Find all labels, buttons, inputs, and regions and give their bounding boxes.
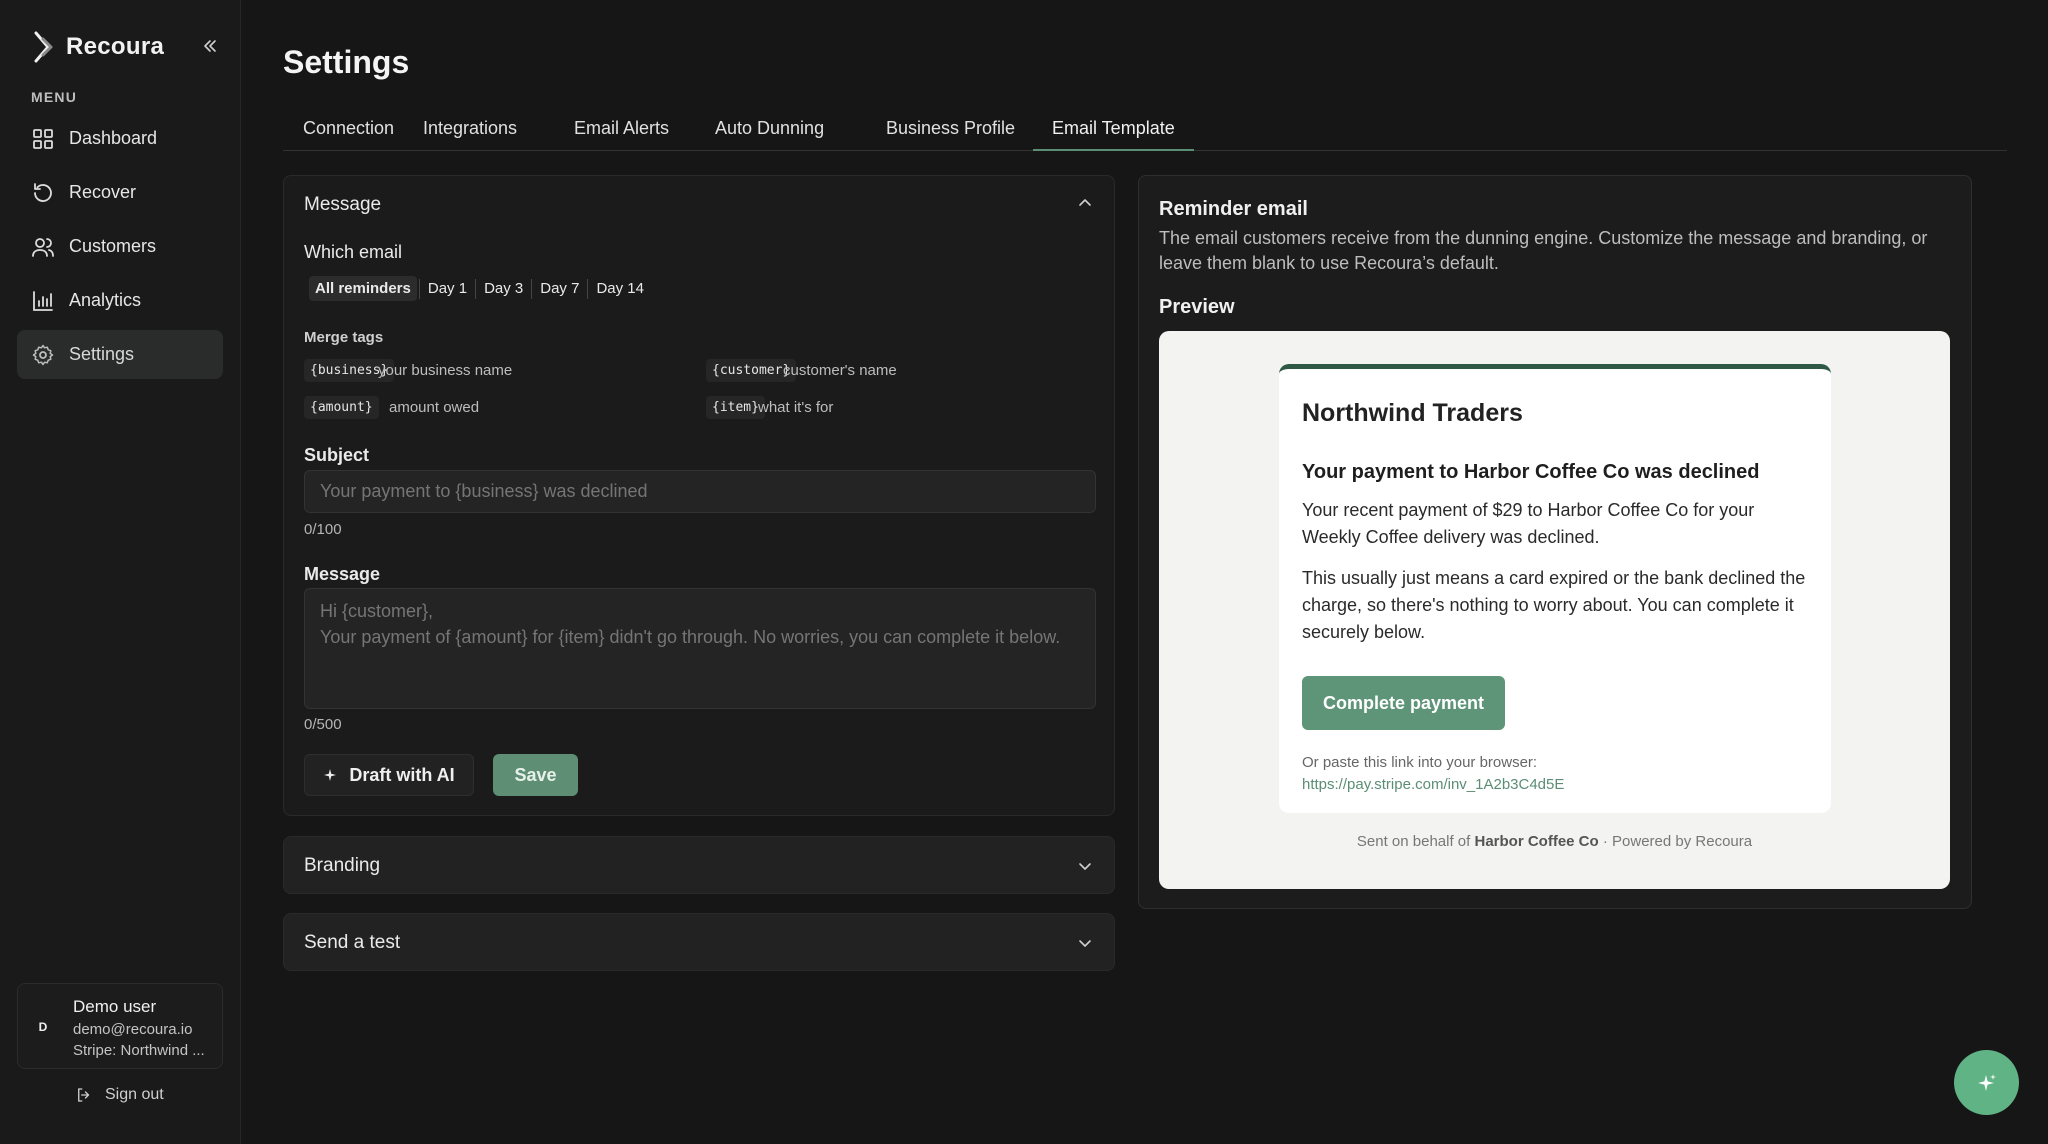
bar-chart-icon [33, 290, 53, 311]
user-email: demo@recoura.io [73, 1021, 193, 1038]
settings-tabs: Connection Integrations Email Alerts Aut… [283, 110, 2007, 151]
subject-counter: 0/100 [304, 521, 342, 538]
divider [531, 278, 533, 299]
email-option-day-1[interactable]: Day 1 [422, 276, 473, 301]
reminder-email-title: Reminder email [1159, 198, 1308, 220]
sparkle-icon [1977, 1073, 1996, 1091]
message-section-title[interactable]: Message [304, 194, 381, 216]
sidebar-item-label: Dashboard [69, 128, 158, 148]
merge-tags-label: Merge tags [304, 329, 384, 346]
merge-tag-item[interactable]: {item} [706, 396, 765, 419]
tab-business-profile[interactable]: Business Profile [886, 118, 1015, 151]
sidebar: Recoura MENU Dashboard Recover Customers… [0, 0, 241, 1144]
sidebar-item-settings[interactable]: Settings [17, 330, 223, 379]
which-email-selector: All reminders Day 1 Day 3 Day 7 Day 14 [309, 276, 650, 301]
app-name: Recoura [66, 33, 165, 60]
email-option-day-3[interactable]: Day 3 [478, 276, 529, 301]
page-title: Settings [283, 44, 410, 80]
save-button[interactable]: Save [493, 754, 578, 796]
email-footer-suffix: · Powered by Recoura [1602, 833, 1753, 850]
send-test-section-title: Send a test [304, 932, 401, 953]
email-business-name: Northwind Traders [1302, 399, 1523, 427]
tab-integrations[interactable]: Integrations [423, 118, 517, 151]
branding-section-title: Branding [304, 855, 381, 876]
email-footer-prefix: Sent on behalf of [1356, 833, 1471, 850]
branding-panel[interactable]: Branding [283, 836, 1115, 894]
email-footer: Sent on behalf of Harbor Coffee Co · Pow… [1159, 833, 1950, 850]
email-or-paste-text: Or paste this link into your browser: [1302, 754, 1538, 771]
merge-tag-desc: amount owed [389, 399, 480, 416]
tab-auto-dunning[interactable]: Auto Dunning [715, 118, 824, 151]
sign-out-icon [78, 1088, 90, 1102]
message-label: Message [304, 564, 381, 584]
tab-connection[interactable]: Connection [283, 118, 413, 151]
complete-payment-button[interactable]: Complete payment [1302, 676, 1505, 730]
sign-out-button[interactable]: Sign out [75, 1086, 164, 1104]
recoura-logo-icon [32, 30, 58, 64]
subject-label: Subject [304, 445, 370, 465]
draft-with-ai-label: Draft with AI [349, 764, 455, 785]
email-preview: Northwind Traders Your payment to Harbor… [1159, 331, 1950, 889]
sidebar-item-recover[interactable]: Recover [17, 168, 223, 217]
sparkle-icon [324, 769, 337, 781]
main-content: Settings Connection Integrations Email A… [241, 0, 2048, 1144]
merge-tag-amount[interactable]: {amount} [304, 396, 379, 419]
gear-icon [32, 344, 54, 365]
divider [587, 278, 589, 299]
reminder-email-description: The email customers receive from the dun… [1159, 228, 1928, 273]
message-panel: Message Which email All reminders Day 1 … [283, 175, 1115, 816]
preview-panel: Reminder email The email customers recei… [1138, 175, 1972, 909]
user-name: Demo user [73, 997, 157, 1016]
tab-email-alerts[interactable]: Email Alerts [574, 118, 669, 151]
sidebar-item-label: Settings [69, 344, 135, 364]
avatar: D [38, 1020, 48, 1034]
tab-email-template[interactable]: Email Template [1033, 118, 1194, 151]
sidebar-item-analytics[interactable]: Analytics [17, 276, 223, 325]
merge-tag-desc: your business name [378, 362, 513, 379]
email-card: Northwind Traders Your payment to Harbor… [1279, 364, 1831, 813]
merge-tag-desc: customer's name [783, 362, 897, 379]
email-option-day-14[interactable]: Day 14 [590, 276, 650, 301]
chevron-up-icon[interactable] [1076, 194, 1094, 212]
chevron-down-icon [1079, 863, 1091, 870]
users-icon [32, 237, 54, 257]
sidebar-nav: Dashboard Recover Customers Analytics Se… [17, 114, 223, 384]
collapse-sidebar-icon[interactable] [200, 36, 220, 56]
email-option-day-7[interactable]: Day 7 [534, 276, 585, 301]
divider [418, 278, 420, 299]
divider [475, 278, 477, 299]
sidebar-item-label: Recover [69, 182, 137, 202]
email-paragraph: This usually just means a card expired o… [1302, 568, 1806, 642]
sidebar-item-customers[interactable]: Customers [17, 222, 223, 271]
sidebar-item-dashboard[interactable]: Dashboard [17, 114, 223, 163]
subject-input[interactable] [304, 470, 1096, 513]
which-email-label: Which email [304, 242, 403, 262]
chevron-down-icon [1079, 940, 1091, 947]
menu-label: MENU [31, 89, 78, 105]
dashboard-icon [33, 128, 53, 149]
email-heading: Your payment to Harbor Coffee Co was dec… [1302, 461, 1760, 483]
email-payment-link[interactable]: https://pay.stripe.com/inv_1A2b3C4d5E [1302, 776, 1564, 793]
email-paragraph: Your recent payment of $29 to Harbor Cof… [1302, 500, 1755, 547]
message-counter: 0/500 [304, 716, 342, 733]
user-card[interactable]: D Demo user demo@recoura.io Stripe: Nort… [17, 983, 223, 1069]
brand[interactable]: Recoura [32, 30, 164, 64]
user-stripe-account: Stripe: Northwind ... [73, 1042, 205, 1059]
preview-label: Preview [1159, 296, 1235, 318]
message-textarea[interactable] [304, 588, 1096, 709]
send-test-panel[interactable]: Send a test [283, 913, 1115, 971]
sign-out-label: Sign out [105, 1086, 164, 1103]
draft-with-ai-button[interactable]: Draft with AI [304, 754, 474, 796]
email-option-all-reminders[interactable]: All reminders [309, 276, 417, 301]
rotate-icon [34, 182, 52, 202]
email-footer-business: Harbor Coffee Co [1474, 833, 1599, 850]
sidebar-item-label: Customers [69, 236, 157, 256]
merge-tag-desc: what it's for [758, 399, 834, 416]
ai-assistant-button[interactable] [1954, 1050, 2019, 1115]
sidebar-item-label: Analytics [69, 290, 142, 310]
